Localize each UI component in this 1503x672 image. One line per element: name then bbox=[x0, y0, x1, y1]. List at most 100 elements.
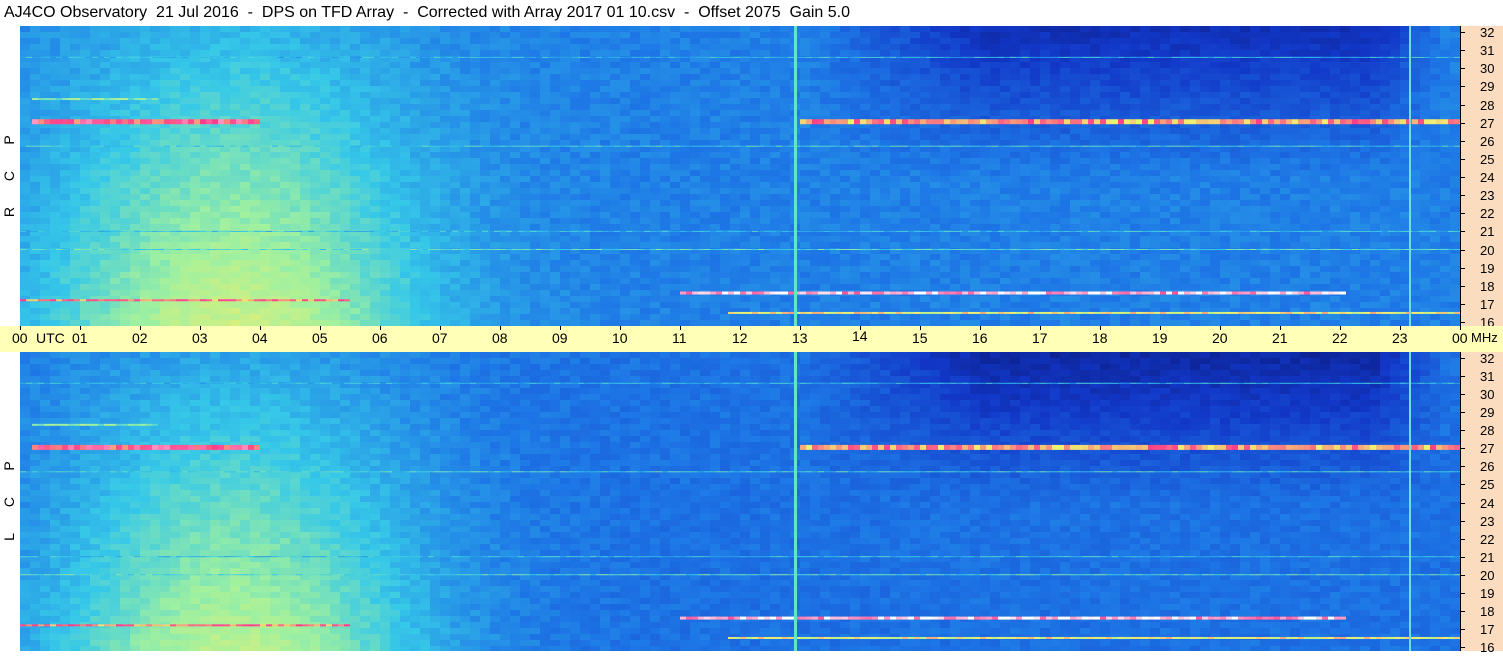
spectrogram-cell bbox=[730, 26, 740, 32]
spectrogram-cell bbox=[500, 152, 510, 158]
spectrogram-cell bbox=[850, 92, 860, 98]
spectrogram-cell bbox=[540, 218, 550, 224]
spectrogram-cell bbox=[780, 62, 790, 68]
spectrogram-cell bbox=[40, 74, 50, 80]
spectrogram-cell bbox=[1330, 134, 1340, 140]
spectrogram-cell bbox=[210, 110, 220, 116]
spectrogram-cell bbox=[380, 176, 390, 182]
spectrogram-cell bbox=[810, 212, 820, 218]
spectrogram-cell bbox=[60, 152, 70, 158]
spectrogram-cell bbox=[1000, 170, 1010, 176]
spectrogram-cell bbox=[1140, 74, 1150, 80]
spectrogram-cell bbox=[20, 32, 30, 38]
spectrogram-cell bbox=[1150, 86, 1160, 92]
spectrogram-cell bbox=[850, 62, 860, 68]
spectrogram-cell bbox=[1300, 134, 1310, 140]
spectrogram-cell bbox=[910, 68, 920, 74]
spectrogram-cell bbox=[770, 128, 780, 134]
spectrogram-cell bbox=[1130, 86, 1140, 92]
spectrogram-cell bbox=[600, 170, 610, 176]
spectrogram-cell bbox=[1360, 104, 1370, 110]
spectrogram-cell bbox=[900, 164, 910, 170]
spectrogram-cell bbox=[260, 206, 270, 212]
spectrogram-cell bbox=[870, 26, 880, 32]
spectrogram-cell bbox=[1350, 146, 1360, 152]
spectrogram-cell bbox=[760, 188, 770, 194]
spectrogram-cell bbox=[140, 200, 150, 206]
spectrogram-cell bbox=[240, 74, 250, 80]
spectrogram-cell bbox=[170, 194, 180, 200]
spectrogram-cell bbox=[1420, 188, 1430, 194]
spectrogram-cell bbox=[1150, 32, 1160, 38]
spectrogram-cell bbox=[980, 224, 990, 230]
spectrogram-cell bbox=[610, 170, 620, 176]
spectrogram-cell bbox=[720, 62, 730, 68]
spectrogram-cell bbox=[580, 170, 590, 176]
spectrogram-cell bbox=[140, 44, 150, 50]
spectrogram-cell bbox=[600, 164, 610, 170]
spectrogram-cell bbox=[420, 140, 430, 146]
spectrogram-cell bbox=[1390, 200, 1400, 206]
spectrogram-cell bbox=[740, 122, 750, 128]
spectrogram-cell bbox=[580, 158, 590, 164]
spectrogram-cell bbox=[1060, 26, 1070, 32]
spectrogram-cell bbox=[620, 92, 630, 98]
spectrogram-cell bbox=[610, 164, 620, 170]
spectrogram-cell bbox=[840, 158, 850, 164]
spectrogram-cell bbox=[650, 62, 660, 68]
spectrogram-cell bbox=[1120, 32, 1130, 38]
spectrogram-cell bbox=[540, 38, 550, 44]
spectrogram-cell bbox=[660, 92, 670, 98]
spectrogram-cell bbox=[1350, 188, 1360, 194]
spectrogram-cell bbox=[1190, 134, 1200, 140]
spectrogram-cell bbox=[410, 158, 420, 164]
spectrogram-cell bbox=[250, 26, 260, 32]
spectrogram-cell bbox=[320, 122, 330, 128]
spectrogram-cell bbox=[430, 62, 440, 68]
spectrogram-cell bbox=[1120, 92, 1130, 98]
spectrogram-cell bbox=[430, 110, 440, 116]
spectrogram-cell bbox=[1380, 86, 1390, 92]
spectrogram-cell bbox=[80, 170, 90, 176]
spectrogram-cell bbox=[120, 188, 130, 194]
spectrogram-cell bbox=[340, 104, 350, 110]
spectrogram-cell bbox=[1260, 224, 1270, 230]
spectrogram-cell bbox=[1060, 152, 1070, 158]
spectrogram-cell bbox=[950, 26, 960, 32]
spectrogram-cell bbox=[940, 146, 950, 152]
spectrogram-cell bbox=[810, 32, 820, 38]
spectrogram-cell bbox=[1090, 86, 1100, 92]
spectrogram-cell bbox=[310, 194, 320, 200]
spectrogram-cell bbox=[880, 98, 890, 104]
spectrogram-cell bbox=[1160, 164, 1170, 170]
spectrogram-cell bbox=[270, 122, 280, 128]
spectrogram-cell bbox=[450, 158, 460, 164]
spectrogram-cell bbox=[1450, 62, 1460, 68]
spectrogram-cell bbox=[430, 98, 440, 104]
spectrogram-cell bbox=[450, 122, 460, 128]
spectrogram-cell bbox=[130, 92, 140, 98]
spectrogram-cell bbox=[1270, 74, 1280, 80]
spectrogram-cell bbox=[1130, 146, 1140, 152]
spectrogram-cell bbox=[80, 152, 90, 158]
spectrogram-cell bbox=[630, 122, 640, 128]
spectrogram-cell bbox=[890, 146, 900, 152]
spectrogram-cell bbox=[240, 176, 250, 182]
spectrogram-cell bbox=[520, 116, 530, 122]
spectrogram-cell bbox=[1420, 86, 1430, 92]
spectrogram-cell bbox=[710, 32, 720, 38]
spectrogram-cell bbox=[720, 146, 730, 152]
spectrogram-cell bbox=[170, 38, 180, 44]
spectrogram-cell bbox=[500, 26, 510, 32]
spectrogram-cell bbox=[50, 50, 60, 56]
spectrogram-cell bbox=[1110, 98, 1120, 104]
spectrogram-cell bbox=[80, 80, 90, 86]
spectrogram-cell bbox=[1310, 140, 1320, 146]
spectrogram-cell bbox=[300, 182, 310, 188]
spectrogram-cell bbox=[960, 170, 970, 176]
spectrogram-cell bbox=[470, 146, 480, 152]
spectrogram-cell bbox=[760, 206, 770, 212]
spectrogram-cell bbox=[780, 74, 790, 80]
spectrogram-cell bbox=[1240, 80, 1250, 86]
spectrogram-cell bbox=[590, 182, 600, 188]
